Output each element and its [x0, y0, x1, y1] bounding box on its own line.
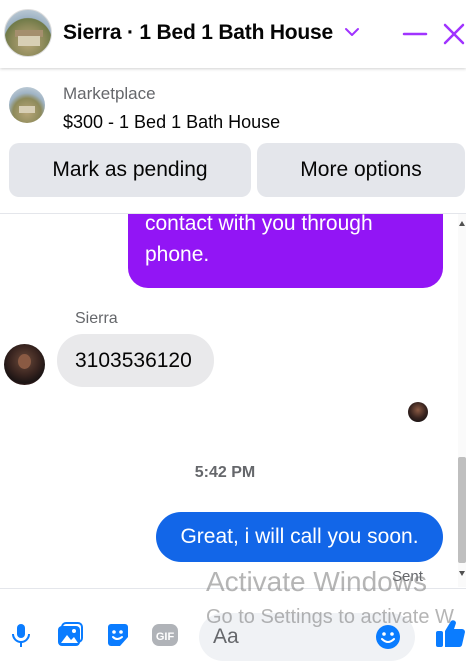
- listing-thumbnail[interactable]: [9, 87, 45, 123]
- chevron-down-icon[interactable]: [343, 23, 361, 41]
- svg-text:GIF: GIF: [156, 631, 175, 643]
- message-input[interactable]: [213, 623, 373, 651]
- emoji-icon[interactable]: [374, 623, 402, 651]
- conversation-title[interactable]: Sierra · 1 Bed 1 Bath House: [63, 21, 333, 45]
- seen-indicator-avatar: [408, 402, 428, 422]
- delivery-status: Sent: [392, 568, 423, 585]
- message-input-wrapper: [199, 613, 415, 661]
- scroll-up-arrow-icon[interactable]: [459, 221, 465, 226]
- scroll-down-arrow-icon[interactable]: [459, 571, 465, 576]
- thumbs-up-icon[interactable]: [433, 617, 466, 651]
- marketplace-card: Marketplace $300 - 1 Bed 1 Bath House Ma…: [0, 68, 466, 214]
- message-timestamp: 5:42 PM: [194, 464, 256, 481]
- close-icon[interactable]: [441, 21, 466, 47]
- mark-as-pending-button[interactable]: Mark as pending: [9, 143, 251, 197]
- minimize-icon[interactable]: [402, 22, 428, 46]
- incoming-message: 3103536120: [57, 334, 214, 387]
- sender-avatar[interactable]: [4, 344, 45, 385]
- photo-icon[interactable]: [56, 621, 84, 649]
- message-scrollbar[interactable]: [458, 214, 466, 587]
- conversation-avatar[interactable]: [4, 9, 52, 57]
- avatar-house: [18, 36, 40, 46]
- message-composer: GIF: [0, 588, 466, 667]
- thumbnail-house: [19, 106, 35, 113]
- gif-icon[interactable]: GIF: [151, 621, 179, 649]
- more-options-button[interactable]: More options: [257, 143, 465, 197]
- microphone-icon[interactable]: [7, 621, 35, 649]
- sticker-icon[interactable]: [104, 621, 132, 649]
- marketplace-label: Marketplace: [63, 84, 156, 103]
- sender-name: Sierra: [75, 310, 118, 327]
- outgoing-message: Great, i will call you soon.: [156, 512, 443, 562]
- listing-title[interactable]: $300 - 1 Bed 1 Bath House: [63, 112, 280, 133]
- message-list[interactable]: contact with you through phone. Sierra 3…: [0, 214, 458, 587]
- scroll-thumb[interactable]: [458, 457, 466, 563]
- outgoing-message: contact with you through phone.: [128, 214, 443, 288]
- conversation-header: Sierra · 1 Bed 1 Bath House: [0, 0, 466, 68]
